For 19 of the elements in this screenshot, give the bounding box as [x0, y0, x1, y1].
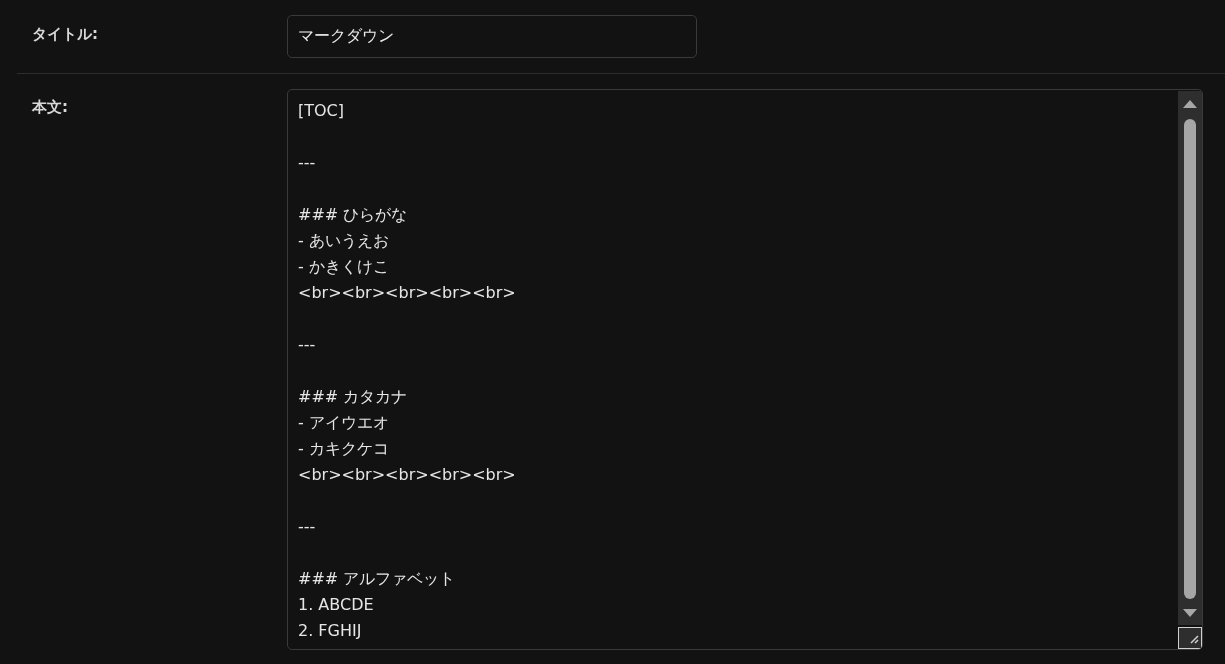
text-line: <br><br><br><br><br> — [298, 464, 516, 486]
text-line: 1. ABCDE — [298, 594, 375, 616]
text-line: - カキクケコ — [298, 438, 390, 460]
title-input[interactable]: マークダウン — [287, 15, 697, 58]
text-line: <br><br><br><br><br> — [298, 282, 516, 304]
text-line: --- — [298, 152, 317, 174]
text-line: 2. FGHIJ — [298, 620, 363, 642]
text-line: ### カタカナ — [298, 386, 409, 408]
text-line: - あいうえお — [298, 230, 390, 252]
text-line: --- — [298, 516, 317, 538]
text-line: - かきくけこ — [298, 256, 390, 278]
field-label: 本文: — [31, 97, 69, 117]
field-label: タイトル: — [31, 24, 99, 44]
text-line: ### アルファベット — [298, 568, 457, 590]
body-textarea[interactable]: [TOC] --- ### ひらがな - あいうえお - かきくけこ <br><br><br><br><br> --- ### カタカナ - アイウエオ - カキクケコ <br><br><br><br><br> --- ### アルファベット 1. ABCDE 2. FGHIJ — [287, 89, 1203, 650]
text-line: [TOC] — [298, 100, 346, 122]
text-line: ### ひらがな — [298, 204, 409, 226]
text-line: --- — [298, 334, 317, 356]
text-line: - アイウエオ — [298, 412, 390, 434]
